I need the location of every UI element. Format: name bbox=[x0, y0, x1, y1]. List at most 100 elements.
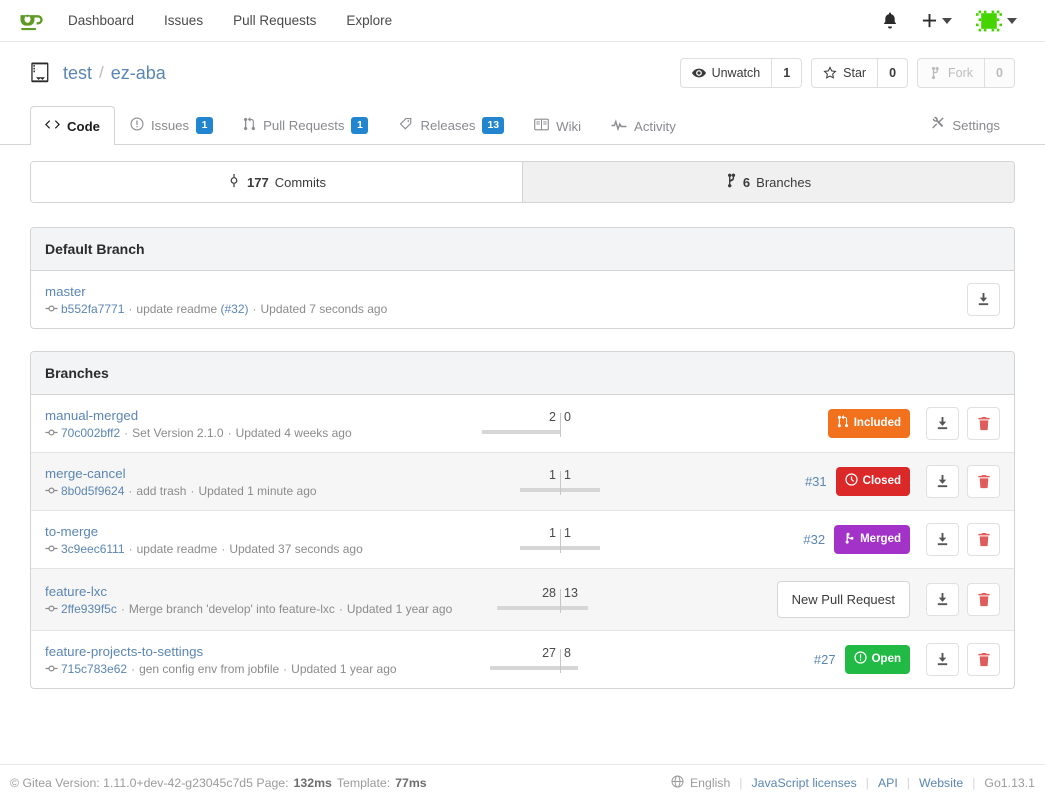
create-new-menu[interactable] bbox=[922, 13, 952, 28]
default-branch-name[interactable]: master bbox=[45, 284, 86, 299]
tab-settings[interactable]: Settings bbox=[915, 104, 1015, 145]
branch-name-link[interactable]: feature-lxc bbox=[45, 584, 107, 599]
ahead-bar bbox=[482, 430, 560, 434]
divergence-divider bbox=[560, 529, 561, 553]
default-branch-meta: b552fa7771 · update readme (#32) · Updat… bbox=[45, 302, 967, 316]
tab-code[interactable]: Code bbox=[30, 106, 115, 145]
download-icon[interactable] bbox=[967, 283, 1000, 316]
tab-releases[interactable]: Releases 13 bbox=[383, 105, 519, 145]
footer-copyright: © Gitea Version: 1.11.0+dev-42-g23045c7d… bbox=[10, 776, 289, 790]
download-icon[interactable] bbox=[926, 583, 959, 616]
nav-links: Dashboard Issues Pull Requests Explore bbox=[68, 13, 392, 28]
fork-count[interactable]: 0 bbox=[985, 58, 1015, 88]
behind-bar bbox=[560, 546, 600, 550]
pull-request-number[interactable]: #27 bbox=[814, 652, 836, 667]
ahead-bar bbox=[497, 606, 560, 610]
breadcrumb-owner[interactable]: test bbox=[63, 63, 92, 84]
status-badge[interactable]: Included bbox=[828, 409, 910, 438]
trash-icon[interactable] bbox=[967, 583, 1000, 616]
branch-commit-hash[interactable]: 3c9eec6111 bbox=[61, 542, 125, 556]
nav-link-pull-requests[interactable]: Pull Requests bbox=[233, 13, 316, 28]
branch-name-link[interactable]: to-merge bbox=[45, 524, 98, 539]
tab-wiki[interactable]: Wiki bbox=[519, 106, 596, 145]
star-button[interactable]: Star bbox=[811, 58, 878, 88]
trash-icon[interactable] bbox=[967, 407, 1000, 440]
pulse-icon bbox=[611, 119, 627, 134]
download-icon[interactable] bbox=[926, 465, 959, 498]
bell-icon[interactable] bbox=[882, 12, 898, 29]
branch-info: to-merge 3c9eec6111·update readme·Updated… bbox=[45, 524, 475, 556]
branch-commit-hash[interactable]: 2ffe939f5c bbox=[61, 602, 117, 616]
commits-behind: 13 bbox=[560, 587, 645, 601]
commit-icon bbox=[45, 662, 58, 675]
trash-icon[interactable] bbox=[967, 523, 1000, 556]
avatar[interactable] bbox=[976, 8, 1002, 34]
breadcrumb-repo[interactable]: ez-aba bbox=[111, 63, 166, 84]
default-branch-commit-hash[interactable]: b552fa7771 bbox=[61, 302, 124, 316]
new-pull-request-button[interactable]: New Pull Request bbox=[777, 581, 910, 618]
tab-releases-label: Releases bbox=[420, 118, 475, 133]
tab-issues[interactable]: Issues 1 bbox=[115, 105, 228, 145]
default-branch-commit-pr[interactable]: (#32) bbox=[220, 302, 248, 316]
branches-label: Branches bbox=[756, 175, 811, 190]
pull-request-number[interactable]: #32 bbox=[803, 532, 825, 547]
download-icon[interactable] bbox=[926, 643, 959, 676]
branch-status: Included bbox=[645, 409, 926, 438]
branch-updated: Updated 1 year ago bbox=[291, 662, 396, 676]
branches-panel: Branches manual-merged70c002bff2·Set Ver… bbox=[30, 351, 1015, 689]
branch-meta: 3c9eec6111·update readme·Updated 37 seco… bbox=[45, 542, 475, 556]
divergence-divider bbox=[560, 471, 561, 495]
branch-name-link[interactable]: manual-merged bbox=[45, 408, 138, 423]
language-selector[interactable]: English bbox=[671, 775, 730, 791]
default-branch-commit-message: update readme bbox=[136, 302, 217, 316]
divergence-graph: 20 bbox=[475, 411, 645, 437]
trash-icon[interactable] bbox=[967, 643, 1000, 676]
row-actions bbox=[926, 523, 1000, 556]
divergence-bars bbox=[475, 427, 645, 436]
footer-js-licenses-link[interactable]: JavaScript licenses bbox=[752, 776, 857, 790]
user-menu[interactable] bbox=[976, 8, 1017, 34]
default-branch-actions bbox=[967, 283, 1000, 316]
commits-behind: 8 bbox=[560, 647, 645, 661]
unwatch-button[interactable]: Unwatch bbox=[680, 58, 773, 88]
behind-bar bbox=[560, 488, 600, 492]
branch-name-link[interactable]: feature-projects-to-settings bbox=[45, 644, 203, 659]
tab-pull-requests[interactable]: Pull Requests 1 bbox=[228, 105, 383, 145]
tab-activity-label: Activity bbox=[634, 119, 676, 134]
branch-updated: Updated 37 seconds ago bbox=[229, 542, 362, 556]
download-icon[interactable] bbox=[926, 523, 959, 556]
branch-commit-message: Merge branch 'develop' into feature-lxc bbox=[129, 602, 335, 616]
trash-icon[interactable] bbox=[967, 465, 1000, 498]
default-branch-heading: Default Branch bbox=[31, 228, 1014, 271]
gitea-logo-icon[interactable] bbox=[16, 6, 46, 36]
pull-request-number[interactable]: #31 bbox=[805, 474, 827, 489]
branches-summary[interactable]: 6 Branches bbox=[522, 162, 1014, 202]
status-badge[interactable]: Merged bbox=[834, 525, 910, 554]
nav-link-issues[interactable]: Issues bbox=[164, 13, 203, 28]
star-count[interactable]: 0 bbox=[878, 58, 908, 88]
tab-activity[interactable]: Activity bbox=[596, 107, 691, 145]
chevron-down-icon bbox=[1007, 18, 1017, 24]
commits-summary[interactable]: 177 Commits bbox=[31, 162, 522, 202]
commits-ahead: 1 bbox=[475, 469, 560, 483]
footer-website-link[interactable]: Website bbox=[919, 776, 963, 790]
download-icon[interactable] bbox=[926, 407, 959, 440]
table-row: feature-lxc2ffe939f5c·Merge branch 'deve… bbox=[31, 568, 1014, 630]
unwatch-label: Unwatch bbox=[712, 67, 761, 80]
status-badge[interactable]: Open bbox=[845, 645, 910, 674]
branch-name-link[interactable]: merge-cancel bbox=[45, 466, 126, 481]
fork-button[interactable]: Fork bbox=[917, 58, 985, 88]
top-navbar: Dashboard Issues Pull Requests Explore bbox=[0, 0, 1045, 42]
watch-count[interactable]: 1 bbox=[772, 58, 802, 88]
nav-link-dashboard[interactable]: Dashboard bbox=[68, 13, 134, 28]
branch-commit-hash[interactable]: 715c783e62 bbox=[61, 662, 127, 676]
nav-link-explore[interactable]: Explore bbox=[346, 13, 392, 28]
status-badge[interactable]: Closed bbox=[836, 467, 910, 496]
divergence-graph: 11 bbox=[475, 469, 645, 495]
tab-releases-badge: 13 bbox=[482, 117, 504, 133]
branch-commit-hash[interactable]: 70c002bff2 bbox=[61, 426, 120, 440]
commit-icon bbox=[227, 173, 241, 191]
branch-commit-hash[interactable]: 8b0d5f9624 bbox=[61, 484, 124, 498]
row-actions bbox=[926, 583, 1000, 616]
footer-api-link[interactable]: API bbox=[878, 776, 898, 790]
